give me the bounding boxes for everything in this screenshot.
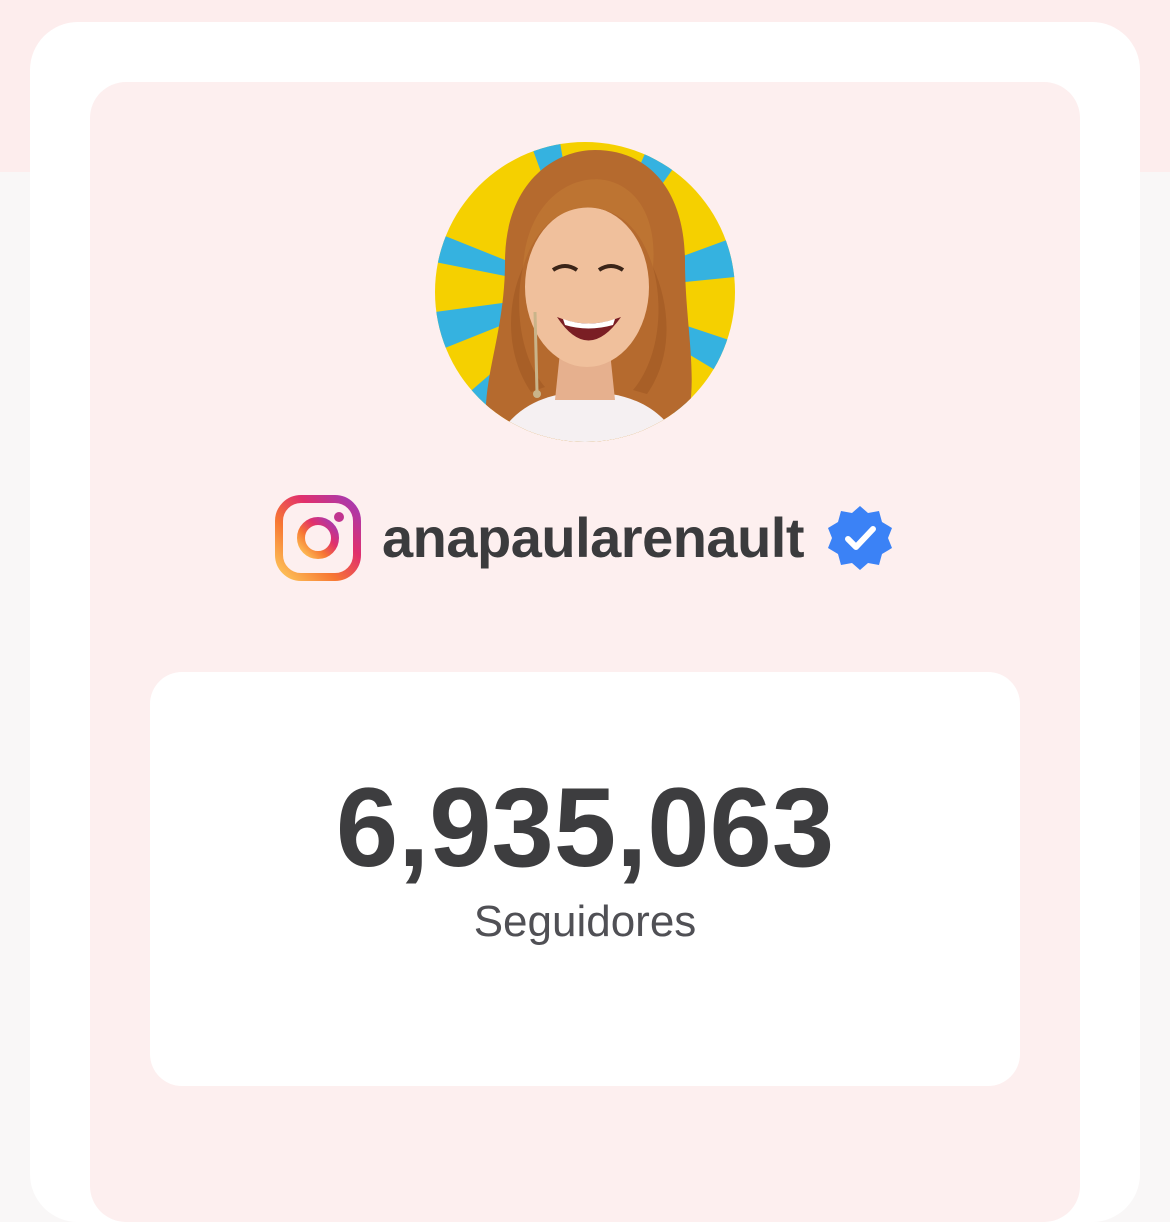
followers-stat-card: 6,935,063 Seguidores bbox=[150, 672, 1020, 1086]
profile-photo bbox=[435, 142, 735, 442]
profile-handle-row: anapaularenault bbox=[0, 490, 1170, 586]
followers-count: 6,935,063 bbox=[335, 765, 835, 890]
profile-username[interactable]: anapaularenault bbox=[382, 510, 804, 566]
followers-label: Seguidores bbox=[473, 897, 697, 946]
verified-badge-icon bbox=[827, 506, 892, 570]
instagram-icon bbox=[275, 495, 362, 581]
avatar[interactable] bbox=[435, 142, 735, 442]
